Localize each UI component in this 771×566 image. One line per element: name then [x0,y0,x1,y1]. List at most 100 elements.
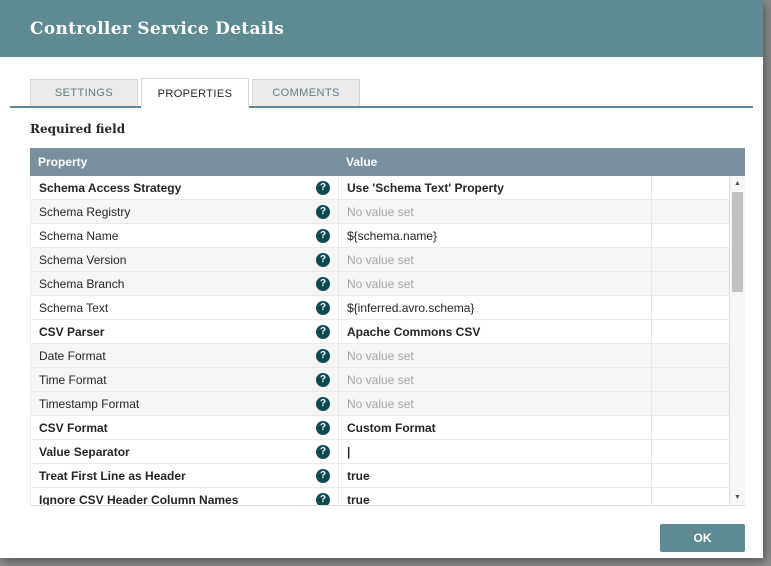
column-header-value: Value [346,155,378,169]
property-name: Value Separator [39,444,130,459]
table-header-row: Property Value [30,148,745,176]
value-cell: Use 'Schema Text' Property [339,176,652,199]
property-cell: Timestamp Format ? [31,392,339,415]
column-header-property: Property [38,155,88,169]
table-row: Value Separator ? | [31,440,729,464]
table-row: Schema Name ? ${schema.name} [31,224,729,248]
table-row: CSV Parser ? Apache Commons CSV [31,320,729,344]
help-icon[interactable]: ? [316,468,330,483]
property-value: Use 'Schema Text' Property [347,180,504,195]
value-cell: Custom Format [339,416,652,439]
property-cell: Schema Version ? [31,248,339,271]
property-value: Custom Format [347,420,436,435]
property-cell: Ignore CSV Header Column Names ? [31,488,339,506]
tab-settings[interactable]: SETTINGS [30,79,138,106]
table-row: Time Format ? No value set [31,368,729,392]
tab-bar: SETTINGS PROPERTIES COMMENTS [10,76,753,108]
tab-comments[interactable]: COMMENTS [252,79,360,106]
help-icon[interactable]: ? [316,444,330,459]
scrollbar-thumb[interactable] [732,192,743,292]
table-row: Schema Registry ? No value set [31,200,729,224]
value-cell: No value set [339,200,652,223]
property-cell: Date Format ? [31,344,339,367]
property-name: Schema Registry [39,204,131,219]
property-value: true [347,492,370,506]
property-rows: Schema Access Strategy ? Use 'Schema Tex… [31,176,729,506]
property-name: Schema Text [39,300,109,315]
property-value: No value set [347,372,414,387]
help-icon[interactable]: ? [316,324,330,339]
value-cell: Apache Commons CSV [339,320,652,343]
help-icon[interactable]: ? [316,204,330,219]
help-icon[interactable]: ? [316,252,330,267]
empty-cell [652,320,729,343]
empty-cell [652,464,729,487]
empty-cell [652,200,729,223]
empty-cell [652,176,729,199]
help-icon[interactable]: ? [316,348,330,363]
property-cell: Time Format ? [31,368,339,391]
table-row: CSV Format ? Custom Format [31,416,729,440]
value-cell: | [339,440,652,463]
help-icon[interactable]: ? [316,420,330,435]
value-cell: No value set [339,344,652,367]
property-cell: Schema Text ? [31,296,339,319]
help-icon[interactable]: ? [316,180,330,195]
help-icon[interactable]: ? [316,372,330,387]
modal-overlay: Controller Service Details SETTINGS PROP… [0,0,771,566]
property-cell: Schema Access Strategy ? [31,176,339,199]
property-name: Schema Branch [39,276,125,291]
property-name: Schema Version [39,252,127,267]
table-row: Timestamp Format ? No value set [31,392,729,416]
property-table: Property Value Schema Access Strategy ? … [30,148,745,506]
table-row: Ignore CSV Header Column Names ? true [31,488,729,506]
empty-cell [652,488,729,505]
help-icon[interactable]: ? [316,492,330,505]
property-value: ${inferred.avro.schema} [347,300,475,315]
table-row: Treat First Line as Header ? true [31,464,729,488]
help-icon[interactable]: ? [316,300,330,315]
property-name: Time Format [39,372,107,387]
empty-cell [652,296,729,319]
vertical-scrollbar[interactable]: ▲ ▼ [729,176,745,505]
table-row: Schema Version ? No value set [31,248,729,272]
value-cell: No value set [339,248,652,271]
help-icon[interactable]: ? [316,228,330,243]
dialog-title: Controller Service Details [30,18,285,39]
value-cell: No value set [339,272,652,295]
empty-cell [652,248,729,271]
scroll-down-arrow-icon[interactable]: ▼ [730,490,745,505]
property-value: No value set [347,252,414,267]
empty-cell [652,344,729,367]
tab-properties[interactable]: PROPERTIES [141,78,249,108]
value-cell: ${inferred.avro.schema} [339,296,652,319]
property-cell: Schema Registry ? [31,200,339,223]
empty-cell [652,416,729,439]
value-cell: true [339,464,652,487]
help-icon[interactable]: ? [316,396,330,411]
property-name: Date Format [39,348,106,363]
empty-cell [652,224,729,247]
help-icon[interactable]: ? [316,276,330,291]
property-name: Timestamp Format [39,396,140,411]
property-value: Apache Commons CSV [347,324,481,339]
ok-button[interactable]: OK [660,524,745,552]
property-value: ${schema.name} [347,228,438,243]
value-cell: true [339,488,652,506]
value-cell: No value set [339,368,652,391]
property-table-body: Schema Access Strategy ? Use 'Schema Tex… [30,176,745,506]
property-cell: CSV Parser ? [31,320,339,343]
property-value: No value set [347,348,414,363]
property-name: Schema Name [39,228,119,243]
property-name: CSV Format [39,420,108,435]
property-cell: Schema Name ? [31,224,339,247]
property-name: Ignore CSV Header Column Names [39,492,239,506]
table-row: Date Format ? No value set [31,344,729,368]
required-field-label: Required field [30,122,126,136]
table-row: Schema Branch ? No value set [31,272,729,296]
empty-cell [652,272,729,295]
scroll-up-arrow-icon[interactable]: ▲ [730,176,745,191]
value-cell: No value set [339,392,652,415]
property-cell: Value Separator ? [31,440,339,463]
controller-service-details-dialog: Controller Service Details SETTINGS PROP… [0,0,763,558]
